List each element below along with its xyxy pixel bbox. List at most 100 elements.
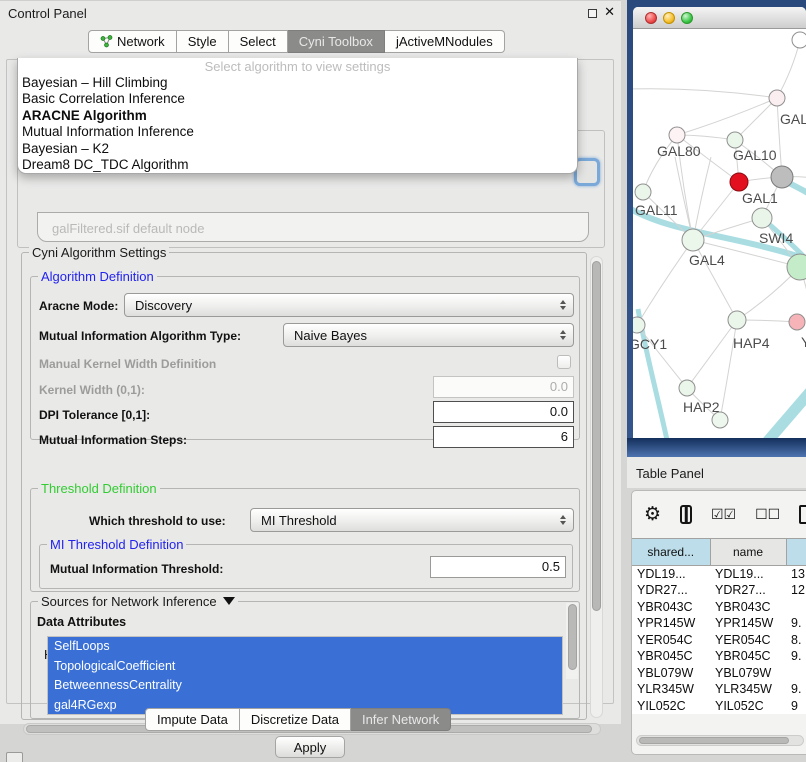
tab-cyni-toolbox[interactable]: Cyni Toolbox [288,30,385,53]
data-attributes-list[interactable]: SelfLoops TopologicalCoefficient Between… [47,636,563,715]
which-threshold-select[interactable]: MI Threshold [250,508,574,532]
mi-steps-input[interactable]: 6 [433,426,574,448]
network-node-swi4[interactable] [752,208,772,228]
network-node-gal80[interactable] [669,127,685,143]
column-header-shared-name[interactable]: shared... [632,539,710,566]
algorithm-option[interactable]: Bayesian – Hill Climbing [18,75,577,91]
network-graph: GAL7GAL80GAL10GAL1GAL11SWI4GAL4HAP4YGCY1… [633,29,806,440]
float-window-icon[interactable] [588,9,597,18]
table-horizontal-scrollbar[interactable] [636,735,804,746]
column-header-cut[interactable] [786,539,806,566]
select-all-columns-icon[interactable]: ☑☑ [711,506,736,523]
attribute-item[interactable]: BetweennessCentrality [48,676,562,696]
combo-arrows-icon [560,300,566,310]
which-threshold-label: Which threshold to use: [89,514,226,528]
table-combobox[interactable]: galFiltered.sif default node [37,212,589,242]
table-row[interactable]: YDL19... YDL19... 13 [632,566,806,583]
collapsed-panel-button[interactable] [6,752,23,762]
network-node-hap4[interactable] [728,311,746,329]
network-window-titlebar[interactable] [633,7,806,29]
table-panel: ⚙ ☑☑ ☐☐ shared... name YDL19... YDL19...… [631,490,806,755]
manual-kernel-width-checkbox[interactable] [557,355,571,369]
node-label-hap2: HAP2 [683,399,720,415]
close-icon[interactable]: ✕ [604,4,615,20]
table-row[interactable]: YLR345W YLR345W 9. [632,681,806,698]
settings-vertical-scrollbar-thumb[interactable] [592,261,601,611]
attributes-scrollbar-thumb[interactable] [568,604,577,670]
mi-threshold-label: Mutual Information Threshold: [50,562,223,576]
network-node-hap2[interactable] [679,380,695,396]
sources-group-title[interactable]: Sources for Network Inference [38,594,238,609]
deselect-all-columns-icon[interactable]: ☐☐ [755,506,780,523]
tab-select[interactable]: Select [229,30,288,53]
network-node[interactable] [771,166,793,188]
table-row[interactable]: YDR27... YDR27... 12 [632,582,806,599]
aracne-mode-select[interactable]: Discovery [124,293,574,317]
algorithm-option[interactable]: Bayesian – K2 [18,141,577,157]
tab-jactivemnodules[interactable]: jActiveMNodules [385,30,505,53]
node-label-gal1: GAL1 [742,190,778,206]
node-table[interactable]: shared... name YDL19... YDL19... 13 YDR2… [632,538,806,714]
network-node-gal10[interactable] [727,132,743,148]
threshold-definition-title: Threshold Definition [38,481,160,496]
table-row[interactable]: YER054C YER054C 8. [632,632,806,649]
dpi-tolerance-label: DPI Tolerance [0,1]: [39,408,150,422]
dpi-tolerance-input[interactable]: 0.0 [433,401,574,423]
algorithm-dropdown[interactable]: Select algorithm to view settings Bayesi… [17,58,578,174]
control-panel-title: Control Panel [8,6,87,21]
settings-group-title: Cyni Algorithm Settings [29,245,169,260]
table-row[interactable]: YPR145W YPR145W 9. [632,615,806,632]
attributes-scrollbar[interactable] [566,603,578,679]
tab-infer-network[interactable]: Infer Network [351,708,451,731]
data-attributes-label: Data Attributes [37,615,126,629]
node-label-gal10: GAL10 [733,147,777,163]
attribute-item[interactable]: SelfLoops [48,637,562,657]
algorithm-dropdown-placeholder: Select algorithm to view settings [18,58,577,75]
apply-button[interactable]: Apply [275,736,345,758]
node-label-gcy1: GCY1 [633,336,667,352]
algorithm-option[interactable]: Mutual Information Inference [18,124,577,140]
network-node-gcy1[interactable] [633,317,645,333]
bottom-tabs: Impute Data Discretize Data Infer Networ… [145,708,451,731]
network-node[interactable] [787,254,806,280]
tab-network-label: Network [117,31,165,53]
attribute-item[interactable]: TopologicalCoefficient [48,657,562,677]
table-row[interactable]: YBR045C YBR045C 9. [632,648,806,665]
network-node[interactable] [792,32,806,48]
close-traffic-light-icon[interactable] [645,12,657,24]
gear-icon[interactable]: ⚙ [644,505,661,524]
sources-group: Sources for Network Inference Data Attri… [30,601,580,719]
tab-style[interactable]: Style [177,30,229,53]
manual-kernel-width-label: Manual Kernel Width Definition [39,357,216,371]
network-node-gal11[interactable] [635,184,651,200]
network-window[interactable]: GAL7GAL80GAL10GAL1GAL11SWI4GAL4HAP4YGCY1… [633,7,806,440]
tab-network[interactable]: Network [88,30,177,53]
network-node-gal1[interactable] [730,173,748,191]
settings-vertical-scrollbar[interactable] [590,256,603,718]
column-header-name[interactable]: name [710,539,786,566]
columns-icon[interactable] [680,505,692,524]
table-row[interactable]: YBL079W YBL079W [632,665,806,682]
tab-discretize-data[interactable]: Discretize Data [240,708,351,731]
algorithm-option[interactable]: Dream8 DC_TDC Algorithm [18,157,577,173]
network-node-gal4[interactable] [682,229,704,251]
algorithm-option[interactable]: ARACNE Algorithm [18,108,577,124]
network-node-y[interactable] [789,314,805,330]
table-horizontal-scrollbar-thumb[interactable] [639,737,789,744]
algorithm-option[interactable]: Basic Correlation Inference [18,91,577,107]
network-canvas[interactable]: GAL7GAL80GAL10GAL1GAL11SWI4GAL4HAP4YGCY1… [633,29,806,440]
node-label-hap4: HAP4 [733,335,770,351]
new-table-icon[interactable] [799,505,806,524]
mi-threshold-input[interactable]: 0.5 [430,556,566,578]
table-body: YDL19... YDL19... 13 YDR27... YDR27... 1… [632,566,806,715]
kernel-width-input[interactable]: 0.0 [433,376,574,398]
control-panel-tabs: Network Style Select Cyni Toolbox jActiv… [88,30,505,53]
mi-algorithm-type-select[interactable]: Naive Bayes [283,323,574,347]
control-panel-titlebar: Control Panel ✕ [0,1,621,25]
zoom-traffic-light-icon[interactable] [681,12,693,24]
tab-impute-data[interactable]: Impute Data [145,708,240,731]
table-row[interactable]: YIL052C YIL052C 9 [632,698,806,715]
network-node-gal7[interactable] [769,90,785,106]
table-row[interactable]: YBR043C YBR043C [632,599,806,616]
minimize-traffic-light-icon[interactable] [663,12,675,24]
